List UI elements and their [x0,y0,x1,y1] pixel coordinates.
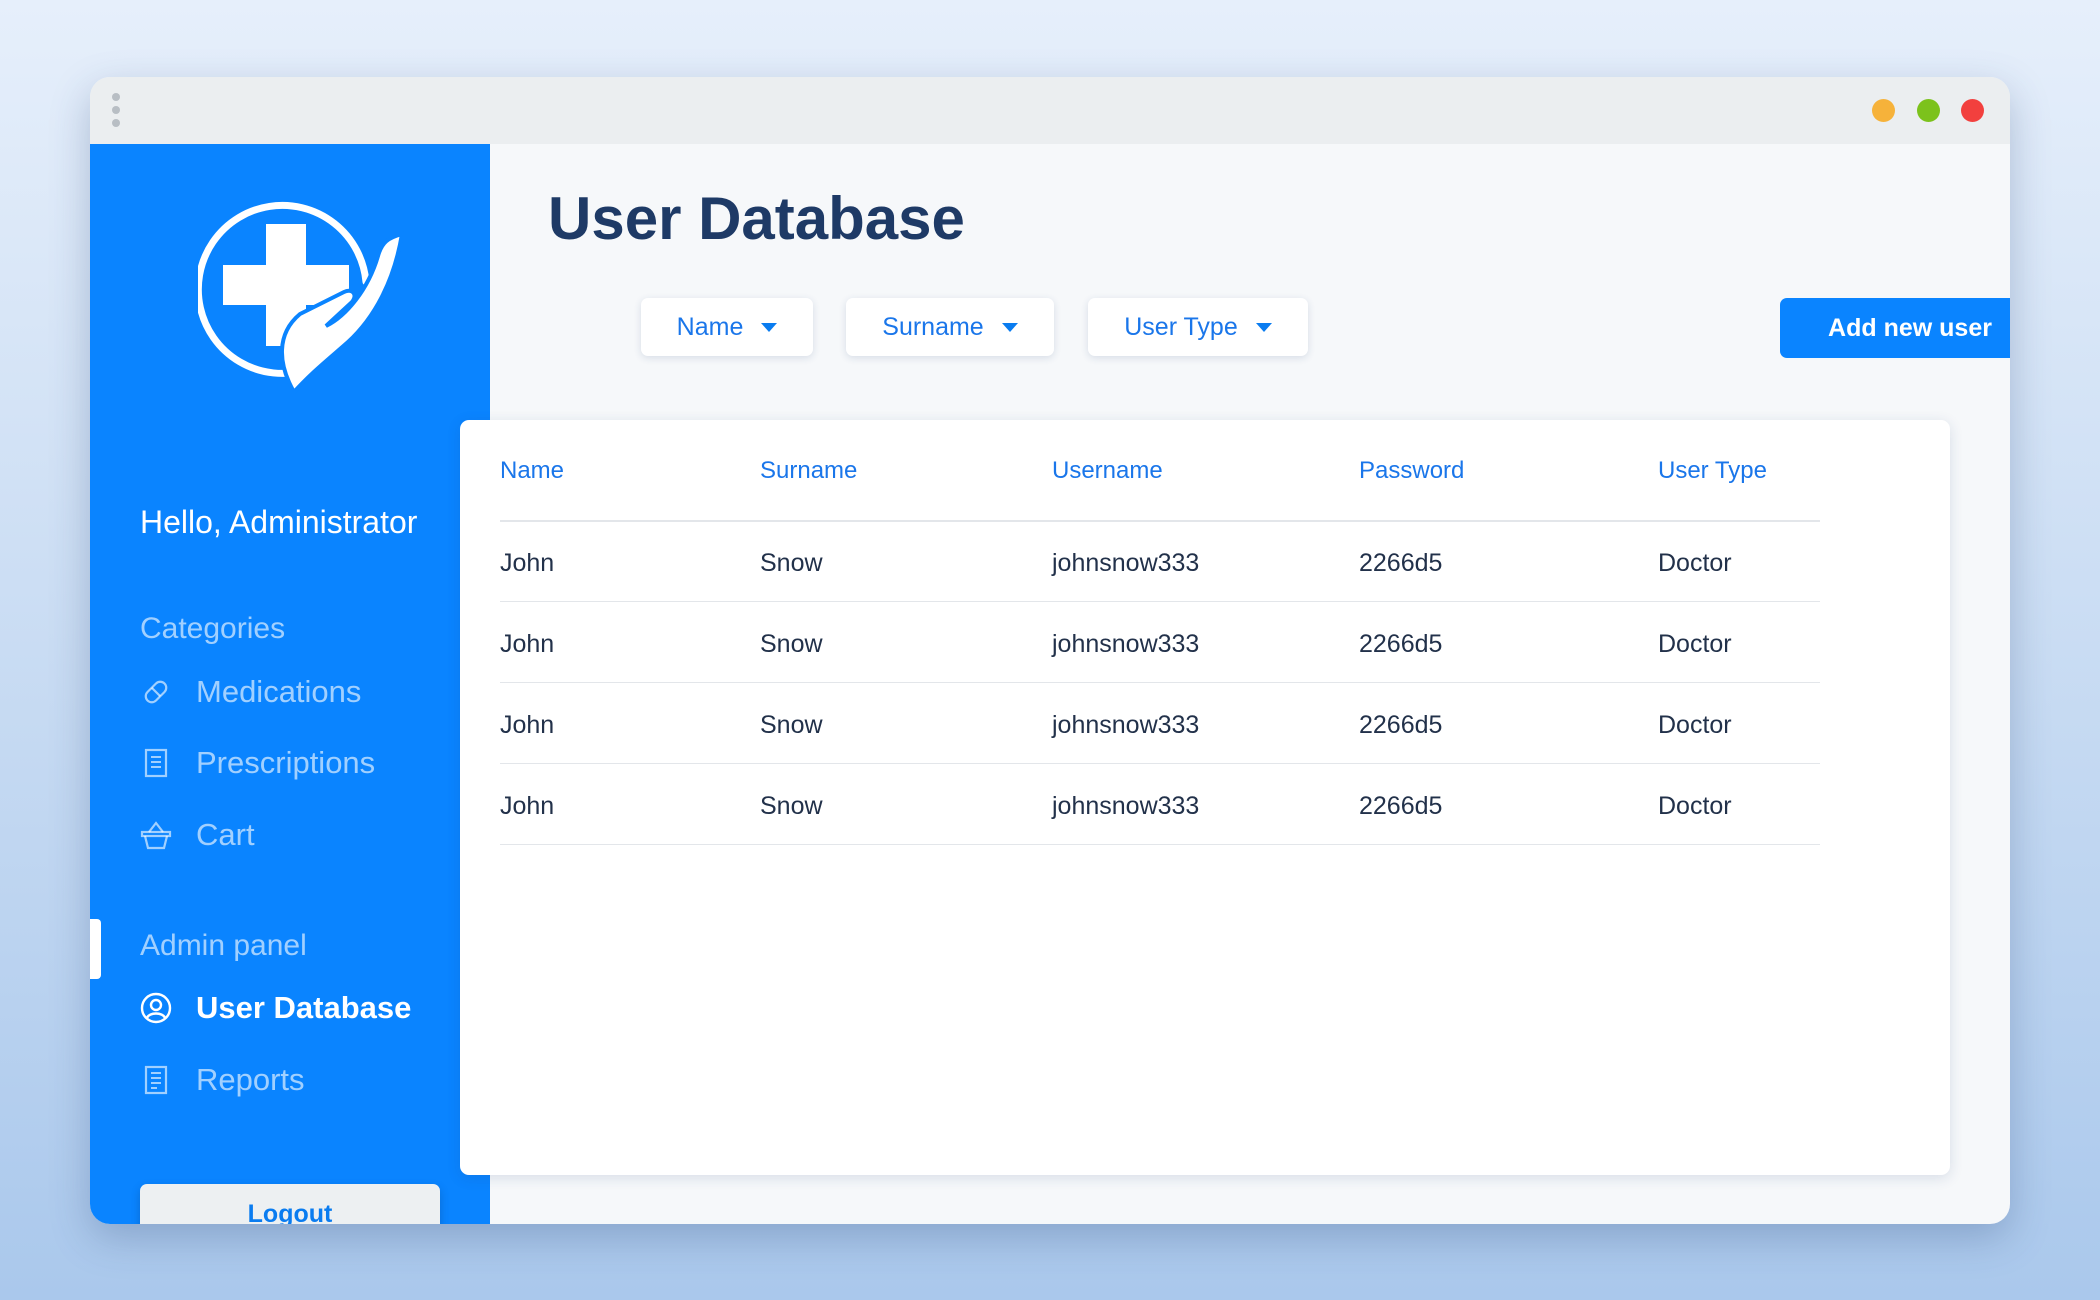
sidebar-item-label: Cart [196,817,255,852]
categories-section-label: Categories [140,612,286,645]
cell-user-type: Doctor [1658,549,1732,577]
page-title: User Database [548,185,965,252]
caret-down-icon [761,322,778,332]
sidebar: Hello, Administrator Categories Medicati… [90,144,490,1224]
cell-password: 2266d5 [1359,549,1443,577]
sidebar-item-label: User Database [196,990,412,1025]
cell-name: John [500,792,555,820]
caret-down-icon [1255,322,1272,332]
table-row[interactable]: John Snow johnsnow333 2266d5 Doctor [460,683,1950,764]
cell-user-type: Doctor [1658,711,1732,739]
add-new-user-button[interactable]: Add new user [1780,298,2010,358]
filter-label: Name [676,312,744,341]
filter-label: User Type [1124,312,1238,341]
sidebar-item-label: Reports [196,1062,305,1097]
surname-filter-dropdown[interactable]: Surname [846,298,1054,356]
sidebar-item-cart[interactable]: Cart [140,813,255,857]
cell-surname: Snow [760,711,823,739]
minimize-button[interactable] [1872,99,1895,122]
active-item-indicator [90,919,101,979]
user-circle-icon [140,992,172,1024]
title-bar [90,77,2010,144]
sidebar-item-user-database[interactable]: User Database [140,986,411,1030]
cell-name: John [500,630,555,658]
cell-name: John [500,711,555,739]
user-table-card: Name Surname Username Password User Type… [460,420,1950,1175]
column-header-user-type[interactable]: User Type [1658,457,1767,485]
close-button[interactable] [1961,99,1984,122]
pill-icon [140,676,172,708]
column-header-username[interactable]: Username [1052,457,1163,485]
cell-password: 2266d5 [1359,630,1443,658]
table-header: Name Surname Username Password User Type [460,420,1950,520]
column-header-name[interactable]: Name [500,457,564,485]
document-icon [140,747,172,779]
basket-icon [140,819,172,851]
name-filter-dropdown[interactable]: Name [641,298,813,356]
sidebar-item-medications[interactable]: Medications [140,670,361,714]
cell-password: 2266d5 [1359,792,1443,820]
cell-username: johnsnow333 [1052,792,1200,820]
sidebar-item-label: Prescriptions [196,745,376,780]
maximize-button[interactable] [1917,99,1940,122]
cell-surname: Snow [760,549,823,577]
caret-down-icon [1001,322,1018,332]
row-divider [500,844,1820,845]
table-row[interactable]: John Snow johnsnow333 2266d5 Doctor [460,521,1950,602]
cell-user-type: Doctor [1658,630,1732,658]
cell-user-type: Doctor [1658,792,1732,820]
cell-password: 2266d5 [1359,711,1443,739]
cell-surname: Snow [760,792,823,820]
column-header-password[interactable]: Password [1359,457,1464,485]
cell-username: johnsnow333 [1052,549,1200,577]
admin-section-label: Admin panel [140,929,307,962]
logout-button[interactable]: Logout [140,1184,440,1224]
cell-name: John [500,549,555,577]
column-header-surname[interactable]: Surname [760,457,857,485]
table-row[interactable]: John Snow johnsnow333 2266d5 Doctor [460,764,1950,845]
drag-handle-icon[interactable] [112,93,120,132]
report-icon [140,1064,172,1096]
medical-cross-hand-icon [198,201,405,394]
sidebar-item-label: Medications [196,674,362,709]
user-type-filter-dropdown[interactable]: User Type [1088,298,1308,356]
filter-label: Surname [882,312,984,341]
cell-username: johnsnow333 [1052,630,1200,658]
sidebar-item-reports[interactable]: Reports [140,1058,305,1102]
cell-username: johnsnow333 [1052,711,1200,739]
sidebar-item-prescriptions[interactable]: Prescriptions [140,741,375,785]
greeting-text: Hello, Administrator [140,504,418,540]
table-row[interactable]: John Snow johnsnow333 2266d5 Doctor [460,602,1950,683]
cell-surname: Snow [760,630,823,658]
